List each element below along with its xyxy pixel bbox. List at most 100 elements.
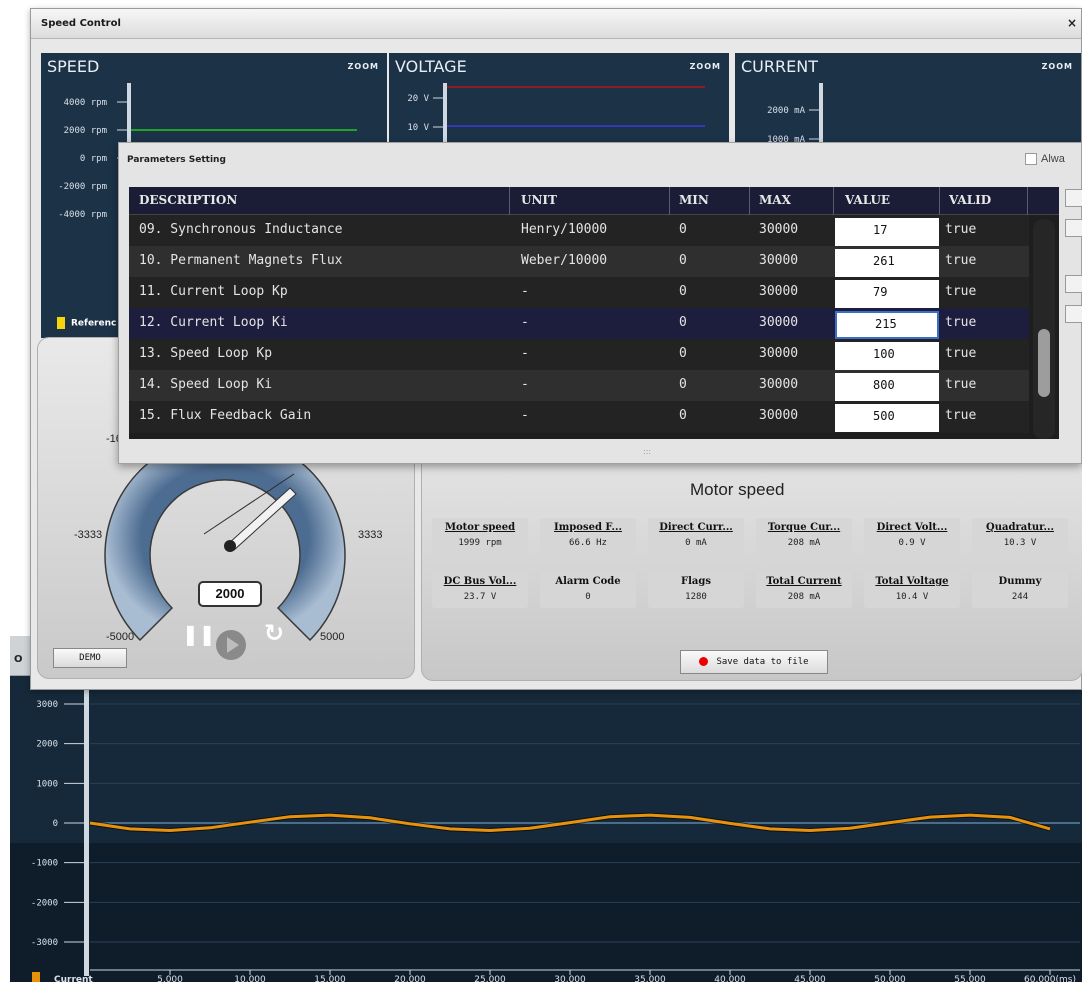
- gauge-label-min: -5000: [106, 631, 134, 643]
- motor-data-key[interactable]: Total Current: [756, 576, 852, 587]
- checkbox-icon[interactable]: [1025, 153, 1037, 166]
- gauge-setpoint-input[interactable]: 2000: [198, 581, 262, 607]
- column-header[interactable]: VALUE: [845, 193, 890, 207]
- cell-valid: true: [945, 408, 977, 423]
- motor-data-key[interactable]: Direct Volt...: [864, 522, 960, 533]
- x-tick-label: 10.000: [234, 975, 266, 982]
- motor-data-key[interactable]: Imposed F...: [540, 522, 636, 533]
- legend-swatch: [32, 972, 40, 982]
- cell-max: 30000: [759, 222, 799, 237]
- legend-swatch: [57, 317, 65, 329]
- cell-max: 30000: [759, 253, 799, 268]
- column-header[interactable]: UNIT: [521, 193, 557, 207]
- gauge-arc: [104, 434, 346, 642]
- parameters-window: Parameters Setting Alwa DESCRIPTION UNIT…: [118, 142, 1082, 464]
- always-label: Alwa: [1041, 153, 1065, 165]
- motor-data-value: 0 mA: [685, 538, 707, 548]
- reset-icon[interactable]: ↻: [264, 619, 284, 647]
- y-tick-label: -3000: [31, 938, 58, 948]
- speed-control-titlebar[interactable]: Speed Control ×: [31, 9, 1081, 39]
- table-row[interactable]: 11. Current Loop Kp - 0 30000 true 79: [129, 277, 1029, 309]
- motor-data-cell: Direct Volt... 0.9 V: [864, 518, 960, 554]
- voltage-chart: 20 V 10 V: [407, 83, 705, 153]
- always-on-top-toggle[interactable]: Alwa: [1025, 153, 1065, 166]
- cell-max: 30000: [759, 408, 799, 423]
- y-tick-label: 1000: [36, 779, 58, 789]
- side-button[interactable]: [1065, 219, 1082, 237]
- voltage-tick: 10 V: [407, 123, 429, 133]
- motor-speed-title: Motor speed: [690, 480, 785, 499]
- close-icon[interactable]: ×: [1067, 16, 1077, 30]
- motor-data-key[interactable]: Motor speed: [432, 522, 528, 533]
- cell-unit: -: [521, 315, 529, 330]
- motor-data-key[interactable]: Direct Curr...: [648, 522, 744, 533]
- motor-data-key[interactable]: Total Voltage: [864, 576, 960, 587]
- cell-min: 0: [679, 377, 687, 392]
- table-row[interactable]: 14. Speed Loop Ki - 0 30000 true 800: [129, 370, 1029, 402]
- cell-min: 0: [679, 222, 687, 237]
- motor-data-panel: Motor speed Motor speed 1999 rpm Imposed F…: [421, 449, 1082, 681]
- resize-grip[interactable]: :::: [643, 447, 651, 456]
- scope-tab-label[interactable]: O: [14, 654, 23, 665]
- current-tick: 2000 mA: [767, 106, 806, 116]
- cell-desc: 09. Synchronous Inductance: [139, 222, 343, 237]
- column-header[interactable]: MIN: [679, 193, 709, 207]
- y-axis: [84, 684, 89, 976]
- save-data-button[interactable]: Save data to file: [680, 650, 828, 674]
- value-input[interactable]: 100: [835, 342, 939, 370]
- current-chart: 2000 mA 1000 mA: [767, 83, 823, 153]
- motor-data-value: 1280: [685, 592, 707, 602]
- table-row[interactable]: 09. Synchronous Inductance Henry/10000 0 30…: [129, 215, 1029, 247]
- value-input[interactable]: 500: [835, 404, 939, 432]
- side-button[interactable]: [1065, 305, 1082, 323]
- motor-data-value: 10.3 V: [1003, 538, 1037, 548]
- x-tick-label: 20.000: [394, 975, 426, 982]
- cell-max: 30000: [759, 284, 799, 299]
- motor-data-cell: DC Bus Vol... 23.7 V: [432, 572, 528, 608]
- demo-button[interactable]: DEMO: [53, 648, 127, 668]
- cell-min: 0: [679, 253, 687, 268]
- motor-data-value: 244: [1011, 592, 1029, 602]
- cell-desc: 14. Speed Loop Ki: [139, 377, 273, 392]
- motor-data-cell: Direct Curr... 0 mA: [648, 518, 744, 554]
- table-row[interactable]: 10. Permanent Magnets Flux Weber/10000 0 30…: [129, 246, 1029, 278]
- x-tick-label: 50.000: [874, 975, 906, 982]
- motor-data-key[interactable]: DC Bus Vol...: [432, 576, 528, 587]
- speed-tick: 0 rpm: [80, 154, 107, 164]
- motor-data-cell: Quadratur... 10.3 V: [972, 518, 1068, 554]
- plot-lower-band: [10, 843, 1082, 982]
- motor-data-value: 0: [585, 592, 591, 602]
- scrollbar-thumb[interactable]: [1038, 329, 1050, 397]
- motor-data-key: Dummy: [998, 576, 1042, 587]
- column-header[interactable]: DESCRIPTION: [139, 193, 237, 207]
- table-row[interactable]: 13. Speed Loop Kp - 0 30000 true 100: [129, 339, 1029, 371]
- motor-data-key[interactable]: Quadratur...: [972, 522, 1068, 533]
- motor-data-key[interactable]: Torque Cur...: [756, 522, 852, 533]
- motor-data-value: 23.7 V: [463, 592, 497, 602]
- table-row[interactable]: 15. Flux Feedback Gain - 0 30000 true 500: [129, 401, 1029, 433]
- value-input[interactable]: 79: [835, 280, 939, 308]
- cell-max: 30000: [759, 315, 799, 330]
- side-button[interactable]: [1065, 189, 1082, 207]
- column-header[interactable]: VALID: [949, 193, 991, 207]
- column-header[interactable]: MAX: [759, 193, 791, 207]
- cell-desc: 10. Permanent Magnets Flux: [139, 253, 343, 268]
- pause-icon[interactable]: ❚❚: [182, 622, 216, 646]
- value-input[interactable]: 800: [835, 373, 939, 401]
- cell-unit: Henry/10000: [521, 222, 608, 237]
- motor-data-value: 208 mA: [787, 592, 821, 602]
- side-button[interactable]: [1065, 275, 1082, 293]
- window-title: Speed Control: [41, 18, 121, 29]
- value-input[interactable]: 17: [835, 218, 939, 246]
- gauge-needle: [227, 487, 297, 551]
- motor-data-cell: Flags 1280: [648, 572, 744, 608]
- table-scrollbar[interactable]: [1033, 219, 1055, 439]
- motor-data-cell: Alarm Code 0: [540, 572, 636, 608]
- gauge-label-right: 3333: [358, 529, 382, 541]
- table-row[interactable]: 12. Current Loop Ki - 0 30000 true 215: [129, 308, 1029, 340]
- value-input[interactable]: 261: [835, 249, 939, 277]
- play-icon[interactable]: [216, 630, 246, 660]
- value-input[interactable]: 215: [835, 311, 939, 339]
- cell-desc: 11. Current Loop Kp: [139, 284, 288, 299]
- cell-desc: 13. Speed Loop Kp: [139, 346, 273, 361]
